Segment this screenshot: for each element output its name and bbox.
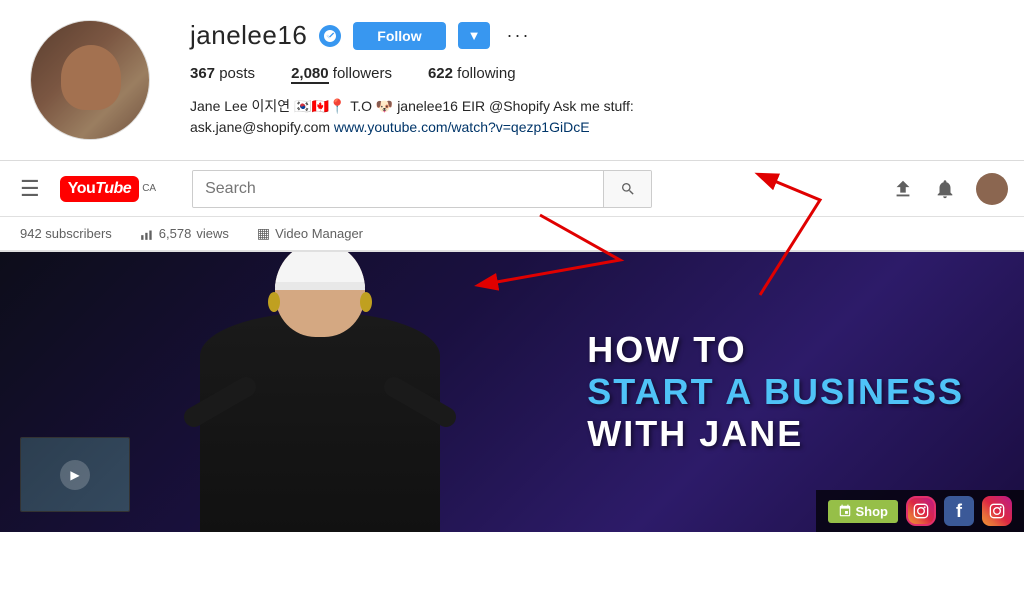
person-figure bbox=[160, 252, 480, 532]
youtube-logo[interactable]: YouTube CA bbox=[60, 176, 156, 202]
follow-dropdown-button[interactable]: ▼ bbox=[458, 22, 491, 49]
instagram-social-icon[interactable] bbox=[906, 496, 936, 526]
youtube-banner: ▶ HOW TO START A BUSINESS WITH JANE Shop… bbox=[0, 252, 1024, 532]
instagram-profile-section: janelee16 Follow ▼ ··· 367 posts 2,080 f… bbox=[0, 0, 1024, 161]
views-stat: 6,578 views bbox=[140, 226, 229, 241]
avatar bbox=[30, 20, 150, 140]
upload-button[interactable] bbox=[892, 178, 914, 200]
following-stat: 622 following bbox=[428, 65, 516, 82]
user-avatar-button[interactable] bbox=[976, 173, 1008, 205]
subscribers-count: 942 subscribers bbox=[20, 226, 112, 241]
hamburger-menu-button[interactable]: ☰ bbox=[16, 172, 44, 206]
preview-thumbnail: ▶ bbox=[20, 437, 130, 512]
banner-line3: WITH JANE bbox=[587, 413, 964, 455]
youtube-logo-box: YouTube bbox=[60, 176, 139, 202]
search-input[interactable] bbox=[193, 171, 603, 207]
shop-button[interactable]: Shop bbox=[828, 500, 899, 523]
bio-link[interactable]: www.youtube.com/watch?v=qezp1GiDcE bbox=[334, 119, 590, 135]
search-button[interactable] bbox=[603, 171, 651, 207]
youtube-navbar: ☰ YouTube CA bbox=[0, 161, 1024, 217]
profile-info: janelee16 Follow ▼ ··· 367 posts 2,080 f… bbox=[190, 20, 994, 138]
navbar-right bbox=[892, 173, 1008, 205]
more-options-button[interactable]: ··· bbox=[502, 25, 534, 46]
search-bar bbox=[192, 170, 652, 208]
video-manager-icon: ▦ bbox=[257, 225, 270, 242]
youtube-section: ☰ YouTube CA 942 subscribers 6 bbox=[0, 161, 1024, 252]
video-manager-link[interactable]: ▦ Video Manager bbox=[257, 225, 363, 242]
followers-stat[interactable]: 2,080 followers bbox=[291, 65, 392, 82]
notifications-button[interactable] bbox=[934, 178, 956, 200]
bio: Jane Lee 이지연 🇰🇷🇨🇦📍 T.O 🐶 janelee16 EIR @… bbox=[190, 96, 710, 138]
banner-text: HOW TO START A BUSINESS WITH JANE bbox=[587, 329, 964, 455]
social-bar: Shop f bbox=[816, 490, 1024, 532]
channel-stats-bar: 942 subscribers 6,578 views ▦ Video Mana… bbox=[0, 217, 1024, 251]
instagram-social-icon-2[interactable] bbox=[982, 496, 1012, 526]
header-row: janelee16 Follow ▼ ··· bbox=[190, 20, 994, 51]
facebook-social-icon[interactable]: f bbox=[944, 496, 974, 526]
verified-badge bbox=[319, 25, 341, 47]
banner-line2: START A BUSINESS bbox=[587, 371, 964, 413]
youtube-region: CA bbox=[142, 183, 156, 194]
banner-line1: HOW TO bbox=[587, 329, 964, 371]
follow-button[interactable]: Follow bbox=[353, 22, 445, 50]
posts-stat: 367 posts bbox=[190, 65, 255, 82]
stats-row: 367 posts 2,080 followers 622 following bbox=[190, 65, 994, 82]
username: janelee16 bbox=[190, 20, 307, 51]
